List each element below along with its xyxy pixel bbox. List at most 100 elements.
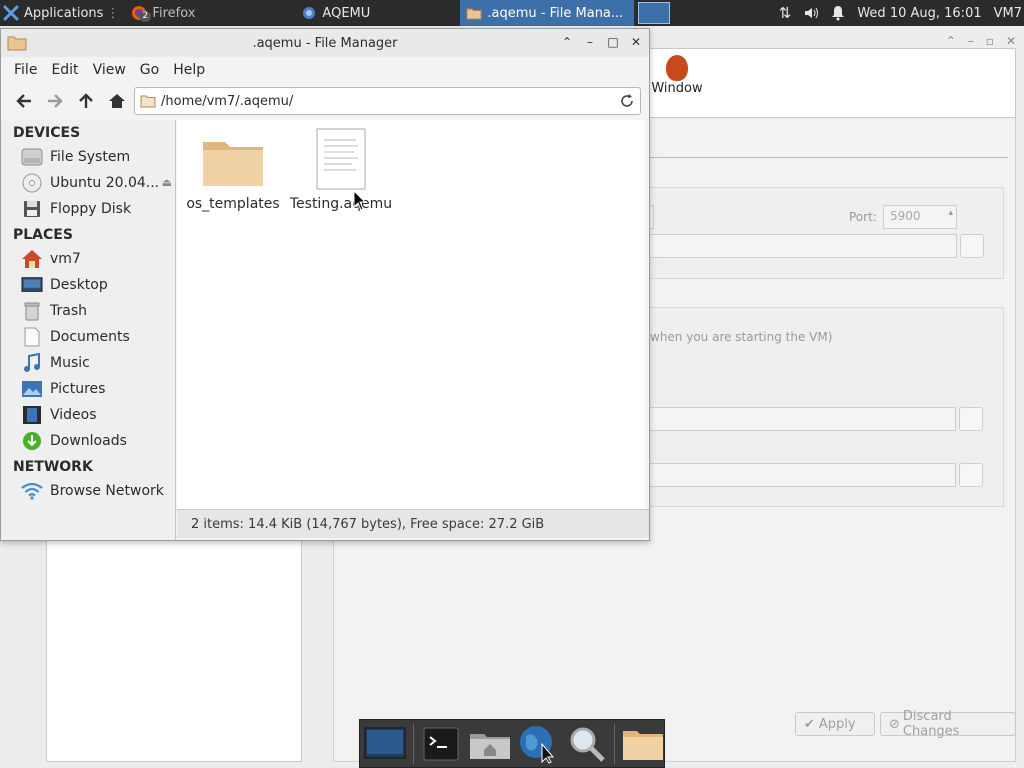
display-path-field[interactable] (640, 234, 957, 258)
sidebar-item-label: Ubuntu 20.04... (50, 175, 160, 191)
close-icon[interactable]: ✕ (629, 35, 643, 49)
window-toolbar-button[interactable]: Window (649, 55, 705, 96)
sidebar-header-network: NETWORK (13, 459, 93, 475)
reload-icon[interactable] (619, 93, 635, 109)
browse-button-1[interactable] (960, 234, 984, 258)
home-folder-icon (21, 248, 43, 270)
file-view[interactable]: os_templates Testing.aqemu (177, 120, 645, 509)
apply-button[interactable]: ✔ Apply (795, 712, 875, 736)
menu-file[interactable]: File (7, 62, 44, 78)
sidebar-item-label: Trash (50, 303, 87, 319)
navigation-toolbar: /home/vm7/.aqemu/ (1, 83, 649, 119)
sidebar-item-file-system[interactable]: File System (1, 144, 175, 170)
file-item-folder[interactable]: os_templates (183, 132, 283, 212)
floppy-disk-icon (21, 198, 43, 220)
firefox-window-count-badge: 2 (139, 11, 152, 22)
browse-button-3[interactable] (959, 463, 983, 487)
menu-go[interactable]: Go (133, 62, 166, 78)
network-icon[interactable]: ⇅ (773, 0, 798, 26)
home-button[interactable] (104, 88, 130, 114)
path-field-2[interactable] (640, 407, 956, 431)
menu-bar: File Edit View Go Help (1, 57, 649, 83)
sidebar-item-videos[interactable]: Videos (1, 402, 175, 428)
sidebar-item-label: Music (50, 355, 90, 371)
display-group (640, 187, 1004, 279)
location-bar[interactable]: /home/vm7/.aqemu/ (134, 87, 641, 115)
parent-folder-button[interactable] (73, 88, 99, 114)
sidebar: DEVICES File System Ubuntu 20.04... ⏏ Fl… (1, 120, 176, 540)
arrow-right-icon (48, 94, 63, 108)
spin-arrows-icon[interactable]: ▴ (948, 208, 953, 218)
menu-edit[interactable]: Edit (44, 62, 85, 78)
magnifier-icon (570, 727, 605, 762)
download-icon (21, 430, 43, 452)
aqemu-label: AQEMU (322, 5, 371, 21)
taskbar-file-manager[interactable]: .aqemu - File Mana... (460, 0, 635, 26)
path-field-3[interactable] (640, 463, 956, 487)
dock-show-desktop[interactable] (364, 722, 407, 766)
browse-button-2[interactable] (959, 407, 983, 431)
aqemu-icon (303, 7, 316, 19)
file-manager-window: .aqemu - File Manager ⌃ – □ ✕ File Edit … (0, 28, 650, 541)
notification-bell-icon[interactable] (825, 0, 851, 26)
dock-app-finder[interactable] (566, 722, 609, 766)
sidebar-item-trash[interactable]: Trash (1, 298, 175, 324)
dock-web-browser[interactable] (517, 722, 560, 766)
menu-view[interactable]: View (86, 62, 133, 78)
dock-terminal[interactable] (420, 722, 463, 766)
sidebar-item-ubuntu-disc[interactable]: Ubuntu 20.04... ⏏ (1, 170, 175, 196)
sidebar-item-floppy-disk[interactable]: Floppy Disk (1, 196, 175, 222)
window-title: .aqemu - File Manager (252, 35, 398, 51)
menu-help[interactable]: Help (166, 62, 212, 78)
port-value: 5900 (890, 209, 921, 223)
sidebar-item-pictures[interactable]: Pictures (1, 376, 175, 402)
hard-drive-icon (21, 146, 43, 168)
sidebar-item-home[interactable]: vm7 (1, 246, 175, 272)
volume-icon[interactable] (797, 0, 825, 26)
aqemu-maximize-icon[interactable]: ▫ (986, 34, 994, 48)
sidebar-item-downloads[interactable]: Downloads (1, 428, 175, 454)
sidebar-item-music[interactable]: Music (1, 350, 175, 376)
apple-logo-icon (666, 55, 688, 81)
folder-icon (140, 95, 156, 108)
desktop-icon (21, 274, 43, 296)
sidebar-item-label: Documents (50, 329, 130, 345)
shade-icon[interactable]: ⌃ (560, 35, 574, 49)
window-toolbar-label: Window (651, 81, 703, 96)
maximize-icon[interactable]: □ (606, 35, 620, 49)
applications-menu[interactable]: Applications ⋮ (0, 0, 125, 26)
discard-changes-button[interactable]: ⊘ Discard Changes (880, 709, 1016, 739)
sidebar-header-places: PLACES (13, 227, 73, 243)
aqemu-window-controls: ⌃ – ▫ ✕ (946, 34, 1016, 48)
tab-divider (640, 157, 1008, 158)
port-label: Port: (849, 210, 877, 224)
clock[interactable]: Wed 10 Aug, 16:01 (851, 0, 987, 26)
aqemu-minimize-icon[interactable]: – (968, 34, 974, 48)
aqemu-close-icon[interactable]: ✕ (1006, 34, 1016, 48)
minimize-icon[interactable]: – (583, 35, 597, 49)
user-label[interactable]: VM7 (988, 0, 1024, 26)
dock-folder[interactable] (621, 722, 664, 766)
aqemu-toolbar: Window (630, 48, 1016, 118)
eject-icon[interactable]: ⏏ (162, 176, 172, 189)
dock-file-manager[interactable] (468, 722, 511, 766)
file-manager-titlebar[interactable]: .aqemu - File Manager ⌃ – □ ✕ (1, 29, 649, 57)
workspace-1[interactable] (638, 2, 671, 24)
discard-label: Discard Changes (902, 709, 960, 739)
workspace-switcher[interactable] (634, 0, 674, 26)
dock-separator (412, 723, 414, 764)
sidebar-item-desktop[interactable]: Desktop (1, 272, 175, 298)
forward-button[interactable] (42, 88, 68, 114)
port-spinbox[interactable]: 5900 ▴ (883, 205, 957, 229)
top-panel: Applications ⋮ 2 Firefox AQEMU .aqemu - … (0, 0, 1024, 26)
sidebar-item-browse-network[interactable]: Browse Network (1, 478, 175, 504)
sidebar-item-label: Pictures (50, 381, 106, 397)
back-button[interactable] (11, 88, 37, 114)
taskbar-aqemu[interactable]: AQEMU (295, 0, 460, 26)
speaker-icon (805, 7, 819, 19)
vm-list[interactable] (46, 536, 302, 762)
taskbar-firefox[interactable]: 2 Firefox (125, 0, 295, 26)
sidebar-item-documents[interactable]: Documents (1, 324, 175, 350)
file-item-document[interactable]: Testing.aqemu (287, 128, 395, 212)
aqemu-maximize-up-icon[interactable]: ⌃ (946, 34, 956, 48)
